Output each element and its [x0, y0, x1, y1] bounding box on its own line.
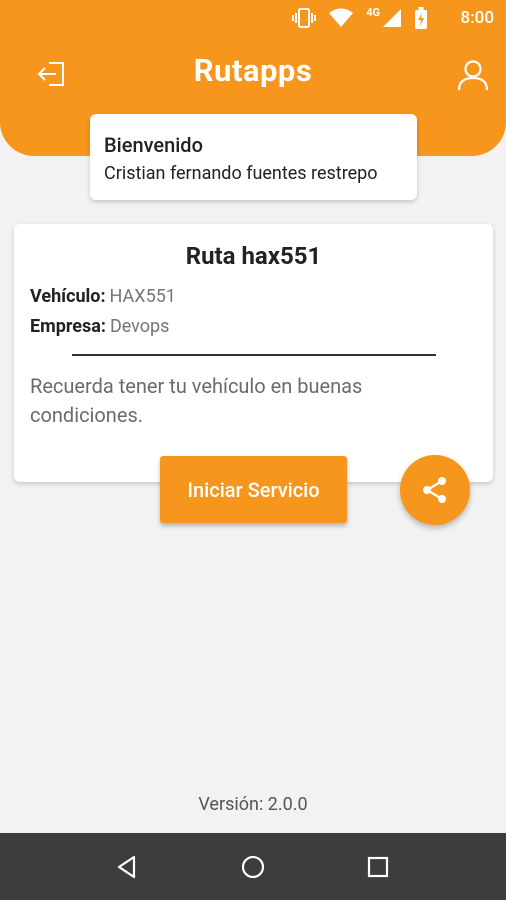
- vehicle-label: Vehículo:: [30, 286, 106, 307]
- divider: [72, 354, 436, 356]
- status-time: 8:00: [460, 8, 494, 28]
- recents-icon[interactable]: [367, 856, 389, 878]
- share-icon: [423, 477, 446, 503]
- app-version: Versión: 2.0.0: [198, 794, 308, 815]
- welcome-card: Bienvenido Cristian fernando fuentes res…: [90, 114, 417, 200]
- wifi-icon: [329, 8, 354, 27]
- back-icon[interactable]: [114, 854, 140, 880]
- company-row: Empresa: Devops: [30, 316, 169, 337]
- company-label: Empresa:: [30, 316, 106, 337]
- cell-signal-icon: [383, 9, 401, 27]
- company-value: Devops: [109, 316, 170, 337]
- vehicle-value: HAX551: [109, 286, 176, 307]
- vibrate-icon: [292, 8, 317, 28]
- reminder-text: Recuerda tener tu vehículo en buenas con…: [30, 374, 363, 427]
- user-icon[interactable]: [456, 58, 490, 92]
- route-title: Ruta hax551: [185, 242, 322, 270]
- welcome-title: Bienvenido: [104, 133, 203, 157]
- app-logo: Rutapps: [193, 52, 313, 89]
- user-name: Cristian fernando fuentes restrepo: [104, 163, 378, 184]
- share-button[interactable]: [400, 455, 470, 525]
- home-icon[interactable]: [240, 854, 266, 880]
- start-service-button[interactable]: Iniciar Servicio: [160, 456, 347, 523]
- route-card: Ruta hax551 Vehículo: HAX551 Empresa: Devo…: [14, 224, 493, 482]
- system-nav-bar: [0, 833, 506, 900]
- network-type: 4G: [366, 5, 380, 19]
- status-icons: 4G: [292, 5, 428, 29]
- status-bar: 4G 8:00: [0, 0, 506, 36]
- battery-icon: [415, 7, 427, 29]
- vehicle-row: Vehículo: HAX551: [30, 286, 176, 307]
